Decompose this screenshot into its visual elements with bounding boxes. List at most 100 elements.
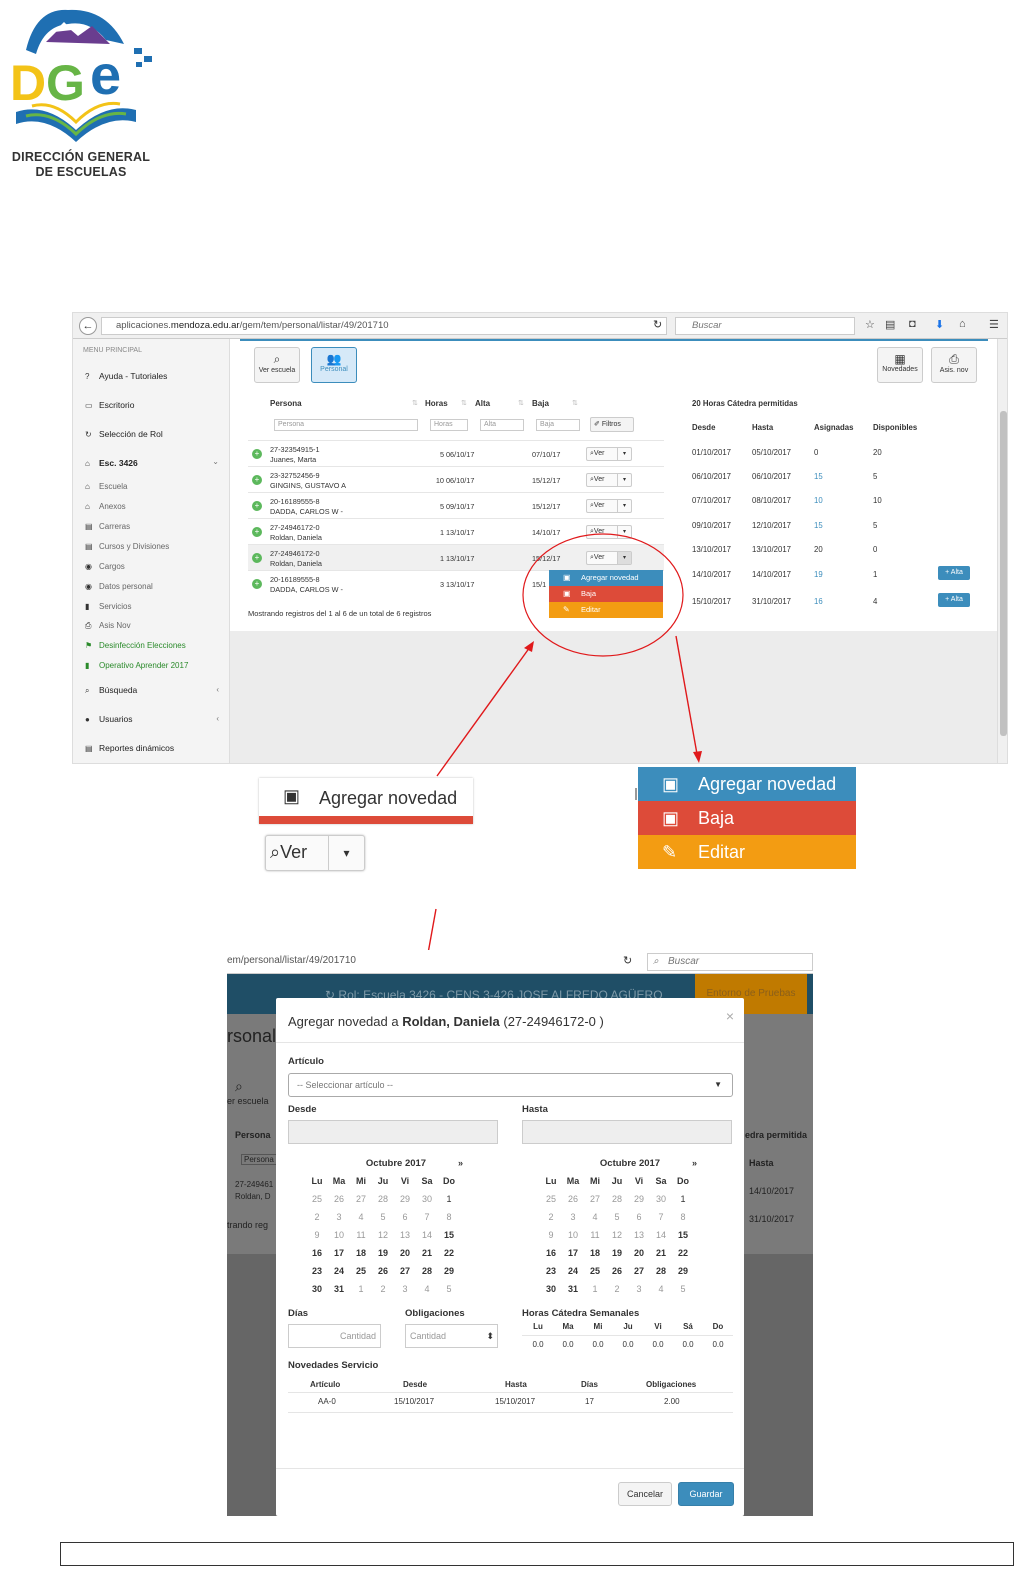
- spinner-icon[interactable]: ⬍: [486, 1325, 494, 1347]
- calendar-day[interactable]: 30: [650, 1194, 672, 1204]
- calendar-day[interactable]: 3: [628, 1284, 650, 1294]
- calendar-day[interactable]: 16: [540, 1248, 562, 1258]
- calendar-day[interactable]: 9: [306, 1230, 328, 1240]
- calendar-day[interactable]: 28: [416, 1266, 438, 1276]
- caret-down-icon[interactable]: ▾: [328, 836, 364, 870]
- zoom-ver-button[interactable]: ⌕Ver ▾: [265, 835, 365, 871]
- zoom-menu-item-baja[interactable]: ▣ Baja: [638, 801, 856, 835]
- guardar-button[interactable]: Guardar: [678, 1482, 734, 1506]
- calendar-day[interactable]: 27: [394, 1266, 416, 1276]
- calendar-day[interactable]: 27: [628, 1266, 650, 1276]
- calendar-day[interactable]: 11: [584, 1230, 606, 1240]
- next-month-icon[interactable]: »: [458, 1158, 463, 1168]
- calendar-day[interactable]: 3: [562, 1212, 584, 1222]
- calendar-day[interactable]: 20: [628, 1248, 650, 1258]
- calendar-day[interactable]: 5: [372, 1212, 394, 1222]
- calendar-day[interactable]: 21: [416, 1248, 438, 1258]
- calendar-day[interactable]: 13: [628, 1230, 650, 1240]
- browser-search-input[interactable]: ⌕ Buscar: [647, 953, 813, 971]
- calendar-day[interactable]: 2: [372, 1284, 394, 1294]
- calendar-day[interactable]: 29: [628, 1194, 650, 1204]
- calendar-day[interactable]: 12: [372, 1230, 394, 1240]
- calendar-day[interactable]: 31: [562, 1284, 584, 1294]
- dias-input[interactable]: Cantidad: [288, 1324, 381, 1348]
- calendar-day[interactable]: 2: [606, 1284, 628, 1294]
- calendar-day[interactable]: 18: [350, 1248, 372, 1258]
- calendar-day[interactable]: 2: [306, 1212, 328, 1222]
- calendar-day[interactable]: 26: [606, 1266, 628, 1276]
- close-icon[interactable]: ×: [726, 1008, 734, 1024]
- calendar-day[interactable]: 8: [438, 1212, 460, 1222]
- calendar-day[interactable]: 7: [416, 1212, 438, 1222]
- calendar-day[interactable]: 25: [350, 1266, 372, 1276]
- calendar-day[interactable]: 24: [328, 1266, 350, 1276]
- calendar-day[interactable]: 14: [650, 1230, 672, 1240]
- zoom-agregar-label[interactable]: Agregar novedad: [319, 788, 457, 809]
- calendar-day[interactable]: 21: [650, 1248, 672, 1258]
- reload-icon[interactable]: ↻: [623, 954, 632, 967]
- calendar-day[interactable]: 4: [650, 1284, 672, 1294]
- calendar-day[interactable]: 8: [672, 1212, 694, 1222]
- cancelar-button[interactable]: Cancelar: [618, 1482, 672, 1506]
- calendar-day[interactable]: 18: [584, 1248, 606, 1258]
- calendar-day[interactable]: 27: [584, 1194, 606, 1204]
- zoom-menu-item-editar[interactable]: ✎ Editar: [638, 835, 856, 869]
- calendar-day[interactable]: 4: [584, 1212, 606, 1222]
- calendar-day[interactable]: 10: [328, 1230, 350, 1240]
- calendar-day[interactable]: 25: [584, 1266, 606, 1276]
- hasta-input[interactable]: [522, 1120, 732, 1144]
- calendar-day[interactable]: 30: [416, 1194, 438, 1204]
- calendar-day[interactable]: 6: [628, 1212, 650, 1222]
- calendar-day[interactable]: 7: [650, 1212, 672, 1222]
- calendar-day[interactable]: 6: [394, 1212, 416, 1222]
- calendar-day[interactable]: 30: [306, 1284, 328, 1294]
- calendar-day[interactable]: 5: [672, 1284, 694, 1294]
- calendar-day[interactable]: 31: [328, 1284, 350, 1294]
- calendar-day[interactable]: 28: [650, 1266, 672, 1276]
- calendar-day[interactable]: 15: [438, 1230, 460, 1240]
- calendar-day[interactable]: 16: [306, 1248, 328, 1258]
- calendar-day[interactable]: 22: [672, 1248, 694, 1258]
- calendar-day[interactable]: 25: [540, 1194, 562, 1204]
- calendar-day[interactable]: 24: [562, 1266, 584, 1276]
- desde-input[interactable]: [288, 1120, 498, 1144]
- calendar-day[interactable]: 10: [562, 1230, 584, 1240]
- calendar-day[interactable]: 29: [672, 1266, 694, 1276]
- calendar-day[interactable]: 15: [672, 1230, 694, 1240]
- calendar-day[interactable]: 3: [394, 1284, 416, 1294]
- calendar-day[interactable]: 2: [540, 1212, 562, 1222]
- obligaciones-stepper[interactable]: Cantidad ⬍: [405, 1324, 498, 1348]
- address-bar[interactable]: em/personal/listar/49/201710: [227, 955, 356, 966]
- calendar-day[interactable]: 29: [394, 1194, 416, 1204]
- calendar-day[interactable]: 4: [416, 1284, 438, 1294]
- calendar-day[interactable]: 9: [540, 1230, 562, 1240]
- calendar-day[interactable]: 11: [350, 1230, 372, 1240]
- calendar-day[interactable]: 1: [672, 1194, 694, 1204]
- calendar-day[interactable]: 25: [306, 1194, 328, 1204]
- calendar-day[interactable]: 23: [306, 1266, 328, 1276]
- calendar-day[interactable]: 28: [606, 1194, 628, 1204]
- calendar-day[interactable]: 28: [372, 1194, 394, 1204]
- calendar-day[interactable]: 5: [606, 1212, 628, 1222]
- calendar-day[interactable]: 1: [438, 1194, 460, 1204]
- calendar-day[interactable]: 3: [328, 1212, 350, 1222]
- calendar-day[interactable]: 17: [562, 1248, 584, 1258]
- calendar-day[interactable]: 30: [540, 1284, 562, 1294]
- articulo-select[interactable]: -- Seleccionar artículo -- ▼: [288, 1073, 733, 1097]
- calendar-day[interactable]: 19: [606, 1248, 628, 1258]
- calendar-day[interactable]: 5: [438, 1284, 460, 1294]
- calendar-day[interactable]: 26: [328, 1194, 350, 1204]
- calendar-day[interactable]: 13: [394, 1230, 416, 1240]
- next-month-icon[interactable]: »: [692, 1158, 697, 1168]
- calendar-day[interactable]: 19: [372, 1248, 394, 1258]
- calendar-day[interactable]: 23: [540, 1266, 562, 1276]
- calendar-day[interactable]: 26: [372, 1266, 394, 1276]
- calendar-day[interactable]: 1: [584, 1284, 606, 1294]
- calendar-day[interactable]: 27: [350, 1194, 372, 1204]
- calendar-day[interactable]: 29: [438, 1266, 460, 1276]
- calendar-day[interactable]: 12: [606, 1230, 628, 1240]
- calendar-day[interactable]: 20: [394, 1248, 416, 1258]
- calendar-day[interactable]: 4: [350, 1212, 372, 1222]
- calendar-day[interactable]: 26: [562, 1194, 584, 1204]
- calendar-day[interactable]: 22: [438, 1248, 460, 1258]
